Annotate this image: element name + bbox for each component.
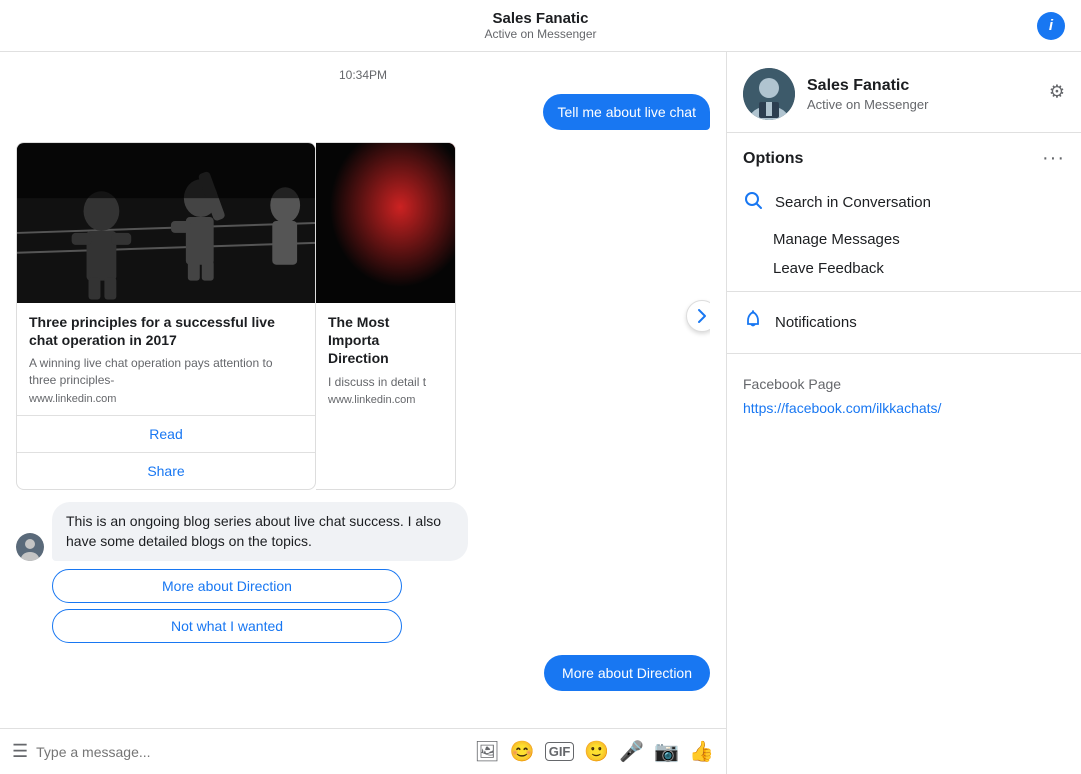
sidebar-avatar — [743, 68, 795, 120]
card-1-source: www.linkedin.com — [29, 393, 303, 405]
card-2-desc: I discuss in detail t — [328, 374, 443, 391]
card-1: Three principles for a successful live c… — [16, 142, 316, 490]
carousel-next-button[interactable] — [686, 300, 710, 332]
manage-messages-label: Manage Messages — [773, 231, 900, 248]
card-1-body: Three principles for a successful live c… — [17, 303, 315, 415]
top-header: Sales Fanatic Active on Messenger i — [0, 0, 1081, 52]
options-label: Options — [743, 150, 803, 168]
card-2-source: www.linkedin.com — [328, 394, 443, 406]
card-1-read-button[interactable]: Read — [17, 416, 315, 453]
chat-input-bar: ☰ 🖼 😊 GIF 🙂 🎤 📷 👍 — [0, 728, 726, 774]
menu-icon[interactable]: ☰ — [12, 741, 28, 762]
card-1-title: Three principles for a successful live c… — [29, 313, 303, 349]
gear-icon[interactable]: ⚙ — [1049, 82, 1065, 103]
card-2-image — [316, 143, 455, 303]
image-icon[interactable]: 🖼 — [474, 739, 499, 764]
outgoing-pill: More about Direction — [544, 655, 710, 691]
facebook-page-link[interactable]: https://facebook.com/ilkkachats/ — [743, 400, 941, 416]
quick-replies: More about Direction Not what I wanted — [52, 569, 710, 643]
sidebar-status: Active on Messenger — [807, 97, 928, 112]
search-icon — [743, 190, 763, 215]
notifications-label: Notifications — [775, 314, 857, 331]
message-timestamp: 10:34PM — [16, 68, 710, 82]
facebook-page-label: Facebook Page — [743, 376, 1065, 392]
like-icon[interactable]: 👍 — [689, 739, 714, 764]
card-1-image — [17, 143, 315, 303]
gif-icon[interactable]: GIF — [545, 742, 575, 761]
sidebar-avatar-image — [743, 68, 795, 120]
emoji-icon[interactable]: 🙂 — [584, 739, 609, 764]
header-center: Sales Fanatic Active on Messenger — [484, 10, 596, 41]
sidebar-divider-2 — [727, 353, 1081, 354]
chat-messages: 10:34PM Tell me about live chat — [0, 52, 726, 728]
quick-reply-not-wanted[interactable]: Not what I wanted — [52, 609, 402, 643]
bot-avatar-image — [16, 533, 44, 561]
bot-avatar — [16, 533, 44, 561]
outgoing-message: Tell me about live chat — [16, 94, 710, 130]
facebook-page-section: Facebook Page https://facebook.com/ilkka… — [727, 362, 1081, 428]
bell-icon — [743, 310, 763, 335]
sidebar-profile-info: Sales Fanatic Active on Messenger — [807, 77, 928, 112]
card-2: The Most Importa Direction I discuss in … — [316, 142, 456, 490]
option-manage-messages[interactable]: Manage Messages — [727, 225, 1081, 254]
card-1-share-button[interactable]: Share — [17, 453, 315, 489]
sidebar: Sales Fanatic Active on Messenger ⚙ Opti… — [727, 52, 1081, 774]
sidebar-divider — [727, 291, 1081, 292]
outgoing-pill-row: More about Direction — [16, 655, 710, 691]
header-title: Sales Fanatic — [484, 10, 596, 27]
bot-bubble: This is an ongoing blog series about liv… — [52, 502, 468, 561]
info-button[interactable]: i — [1037, 12, 1065, 40]
info-icon: i — [1049, 17, 1053, 34]
option-search[interactable]: Search in Conversation — [727, 180, 1081, 225]
outgoing-bubble: Tell me about live chat — [543, 94, 710, 130]
card-2-body: The Most Importa Direction I discuss in … — [316, 303, 455, 416]
card-1-desc: A winning live chat operation pays atten… — [29, 355, 303, 389]
bot-message-row: This is an ongoing blog series about liv… — [16, 502, 710, 561]
sidebar-name: Sales Fanatic — [807, 77, 928, 95]
options-header: Options ··· — [727, 133, 1081, 180]
sticker-icon[interactable]: 😊 — [510, 739, 535, 764]
leave-feedback-label: Leave Feedback — [773, 260, 884, 277]
input-icons: 🖼 😊 GIF 🙂 🎤 📷 👍 — [474, 739, 714, 764]
quick-reply-direction[interactable]: More about Direction — [52, 569, 402, 603]
header-subtitle: Active on Messenger — [484, 27, 596, 41]
camera-icon[interactable]: 📷 — [654, 739, 679, 764]
card-2-title: The Most Importa Direction — [328, 313, 443, 368]
audio-icon[interactable]: 🎤 — [619, 739, 644, 764]
main-layout: 10:34PM Tell me about live chat — [0, 52, 1081, 774]
search-conversation-label: Search in Conversation — [775, 194, 931, 211]
chat-area: 10:34PM Tell me about live chat — [0, 52, 727, 774]
message-input[interactable] — [36, 744, 466, 760]
card-1-actions: Read Share — [17, 415, 315, 489]
option-notifications[interactable]: Notifications — [727, 300, 1081, 345]
option-leave-feedback[interactable]: Leave Feedback — [727, 254, 1081, 283]
card-carousel: Three principles for a successful live c… — [16, 142, 710, 490]
options-menu-icon[interactable]: ··· — [1042, 147, 1065, 170]
sidebar-profile: Sales Fanatic Active on Messenger ⚙ — [727, 52, 1081, 133]
